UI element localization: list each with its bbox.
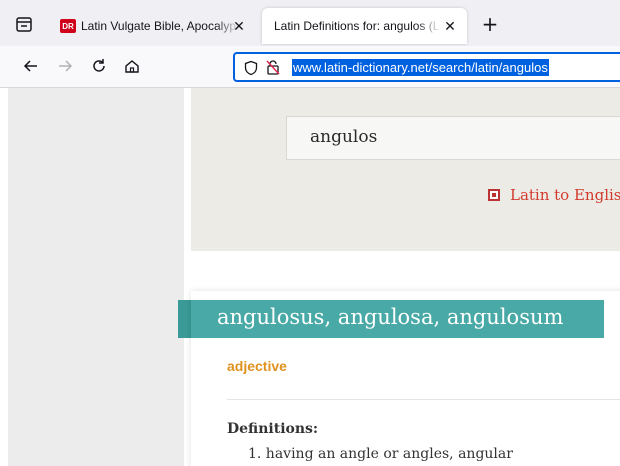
tab-vulgate-bible[interactable]: DR Latin Vulgate Bible, Apocalypse ✕ <box>52 8 256 44</box>
tab-title: Latin Vulgate Bible, Apocalypse <box>81 19 239 33</box>
search-input[interactable]: angulos <box>286 116 620 160</box>
headword: angulosus, angulosa, angulosum <box>217 305 564 329</box>
left-sidebar <box>8 88 184 466</box>
navigation-toolbar: www.latin-dictionary.net/search/latin/an… <box>0 46 620 88</box>
forward-arrow-icon[interactable] <box>54 57 76 77</box>
radio-selected-icon[interactable] <box>488 189 500 201</box>
address-bar[interactable]: www.latin-dictionary.net/search/latin/an… <box>233 52 620 82</box>
list-all-tabs-icon[interactable] <box>14 14 34 34</box>
definition-card: angulosus, angulosa, angulosum adjective… <box>191 291 620 466</box>
new-tab-button[interactable]: + <box>479 14 501 36</box>
tab-title: Latin Definitions for: angulos (Latin <box>274 19 441 33</box>
search-panel: angulos Latin to English <box>191 88 620 251</box>
tracking-protection-shield-icon[interactable] <box>243 60 259 76</box>
close-tab-icon[interactable]: ✕ <box>230 17 248 35</box>
part-of-speech: adjective <box>227 358 287 374</box>
insecure-connection-lock-icon[interactable] <box>265 59 281 76</box>
home-icon[interactable] <box>121 57 143 77</box>
direction-label: Latin to English <box>510 186 620 204</box>
back-arrow-icon[interactable] <box>20 57 42 77</box>
definitions-heading: Definitions: <box>227 421 319 437</box>
page-content: angulos Latin to English angulosus, angu… <box>0 88 620 466</box>
tab-latin-definitions[interactable]: Latin Definitions for: angulos (Latin ✕ <box>262 8 467 44</box>
latin-to-english-option[interactable]: Latin to English <box>488 186 620 204</box>
definition-item: 1. having an angle or angles, angular <box>248 446 513 462</box>
dr-favicon-icon: DR <box>60 19 76 33</box>
reload-icon[interactable] <box>88 57 110 77</box>
divider <box>227 399 620 400</box>
close-tab-icon[interactable]: ✕ <box>441 17 459 35</box>
tab-strip: DR Latin Vulgate Bible, Apocalypse ✕ Lat… <box>0 0 620 46</box>
headword-band: angulosus, angulosa, angulosum <box>191 300 604 338</box>
search-input-value: angulos <box>310 127 378 147</box>
headword-band-tab <box>178 300 191 338</box>
url-text[interactable]: www.latin-dictionary.net/search/latin/an… <box>292 59 549 76</box>
